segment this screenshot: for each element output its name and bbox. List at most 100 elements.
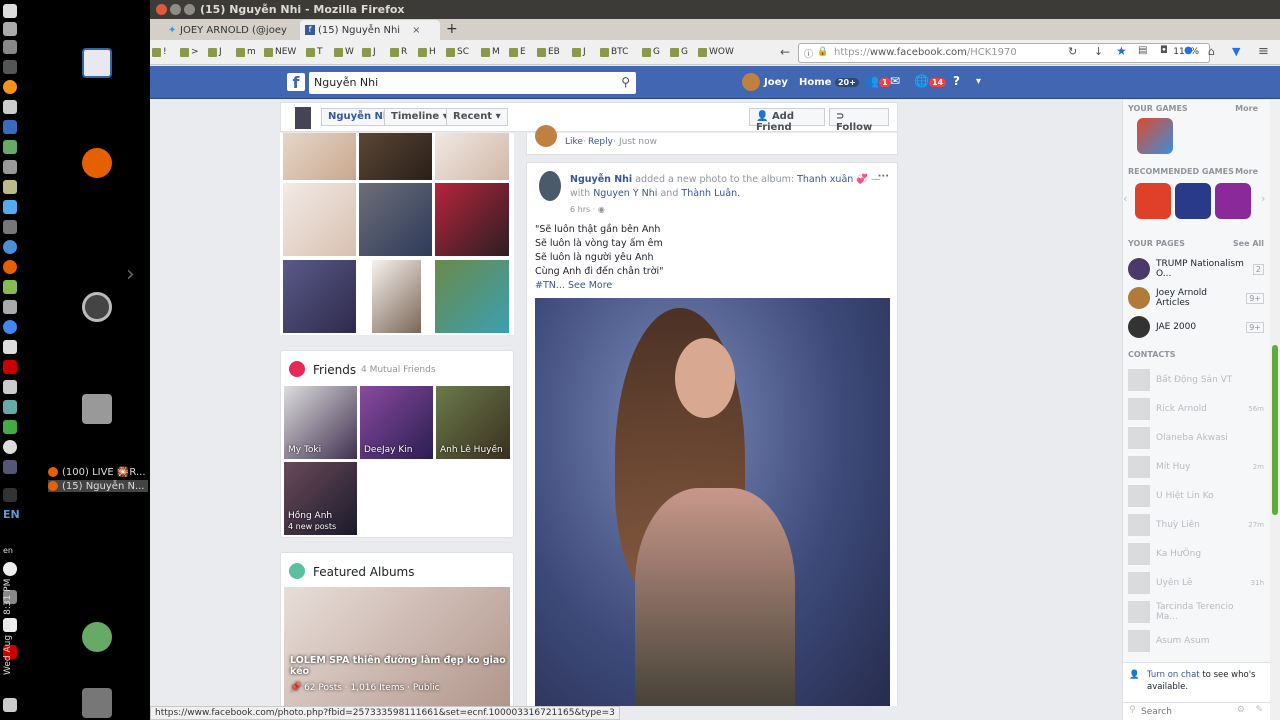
mutual-friends-count[interactable]: 4 Mutual Friends — [361, 365, 436, 375]
friend-requests-icon[interactable]: 👥 1 — [864, 74, 891, 88]
page-scrollbar[interactable] — [1270, 100, 1280, 720]
photo-thumbnail[interactable] — [435, 133, 509, 180]
user-switch-icon[interactable] — [82, 622, 112, 652]
photo-thumbnail[interactable] — [372, 260, 421, 333]
friend-tile[interactable]: My Toki — [284, 386, 357, 459]
tagged-user-link[interactable]: Thành Luân. — [681, 188, 740, 199]
facebook-logo[interactable]: f — [287, 73, 305, 92]
clock[interactable]: Wed Aug 30, 8:31 PM — [3, 579, 13, 675]
author-avatar[interactable] — [539, 171, 561, 201]
photo-thumbnail[interactable] — [359, 133, 432, 180]
bookmark-item[interactable]: NEW — [275, 47, 296, 57]
more-link[interactable]: More — [1235, 104, 1258, 113]
chrome-icon[interactable] — [3, 240, 17, 254]
app-icon[interactable] — [3, 140, 17, 154]
bookmark-item[interactable]: H — [429, 47, 436, 57]
firefox-icon[interactable] — [3, 260, 17, 274]
album-cover[interactable]: LOLEM SPA thiên đường làm đẹp ko giao ké… — [284, 587, 510, 706]
writer-document-icon[interactable] — [82, 48, 112, 78]
url-bar[interactable]: ⓘ 🔒 https://www.facebook.com/HCK1970 110… — [798, 43, 1210, 63]
window-list-item[interactable]: (100) LIVE 🎇R... — [48, 466, 148, 478]
settings-gear-icon[interactable]: ⚙ — [1237, 705, 1245, 715]
bookmark-item[interactable]: J — [373, 47, 376, 57]
reply-link[interactable]: Reply — [588, 137, 613, 147]
game-icon[interactable] — [1135, 183, 1171, 219]
page-row[interactable]: JAE 2000 9+ — [1128, 316, 1264, 338]
app-icon[interactable] — [3, 460, 17, 474]
prev-arrow-icon[interactable]: ‹ — [1123, 192, 1127, 205]
bookmark-item[interactable]: G — [653, 47, 660, 57]
new-tab-button[interactable]: + — [446, 21, 458, 37]
bookmark-item[interactable]: R — [401, 47, 407, 57]
app-icon[interactable] — [3, 420, 17, 434]
app-icon[interactable] — [3, 698, 17, 712]
app-icon[interactable] — [3, 340, 17, 354]
author-link[interactable]: Nguyễn Nhi — [570, 174, 632, 185]
compose-icon[interactable]: ✎ — [1255, 705, 1263, 715]
contact-row[interactable]: Rick Arnold 56m — [1128, 398, 1264, 420]
tagged-user-link[interactable]: Nguyen Y Nhi — [593, 188, 657, 199]
profile-link[interactable]: Joey — [764, 77, 788, 88]
star-icon[interactable]: ★ — [1116, 44, 1127, 58]
bookmark-item[interactable]: ! — [163, 47, 167, 57]
timeline-button[interactable]: Timeline ▾ — [384, 108, 455, 126]
contact-row[interactable]: Asum Asum — [1128, 630, 1264, 652]
bookmark-item[interactable]: W — [345, 47, 354, 57]
see-more-link[interactable]: See More — [568, 280, 612, 291]
app-icon[interactable] — [3, 280, 17, 294]
photo-thumbnail[interactable] — [435, 183, 509, 256]
facebook-search-input[interactable]: Nguyễn Nhi ⚲ — [309, 72, 636, 94]
album-link[interactable]: Thanh xuân 💞 — [797, 174, 868, 185]
home-icon[interactable]: ⌂ — [1208, 45, 1215, 58]
game-icon[interactable] — [1215, 183, 1251, 219]
back-icon[interactable]: ← — [780, 45, 790, 59]
lock-icon[interactable]: 🔒 — [817, 47, 828, 57]
chat-search-input[interactable] — [1141, 705, 1231, 718]
extension-icon[interactable]: ● — [1184, 45, 1193, 56]
browser-tab[interactable]: ✦ JOEY ARNOLD (@joey× — [162, 20, 307, 40]
profile-thumbnail[interactable] — [295, 107, 311, 129]
contact-row[interactable]: Mít Huy 2m — [1128, 456, 1264, 478]
contact-row[interactable]: U Hiệt Lin Ko — [1128, 485, 1264, 507]
bookmark-item[interactable]: WOW — [709, 47, 734, 57]
scrollbar-thumb[interactable] — [1272, 345, 1278, 515]
bookmark-item[interactable]: m — [247, 47, 256, 57]
friends-title[interactable]: Friends — [313, 363, 356, 377]
window-list-item[interactable]: (15) Nguyễn N... — [48, 480, 148, 492]
app-icon[interactable] — [3, 360, 17, 374]
see-all-link[interactable]: See All — [1233, 239, 1264, 248]
ubuntu-icon[interactable] — [82, 292, 112, 322]
friend-tile[interactable]: DeeJay Kin — [360, 386, 433, 459]
search-icon[interactable]: ⚲ — [621, 75, 630, 89]
trash-icon[interactable] — [82, 688, 112, 718]
app-icon[interactable] — [3, 320, 17, 334]
photo-thumbnail[interactable] — [283, 260, 356, 333]
bookmark-item[interactable]: BTC — [611, 47, 628, 57]
bookmark-item[interactable]: J — [219, 47, 222, 57]
menu-icon[interactable]: ≡ — [1258, 44, 1269, 59]
featured-albums-title[interactable]: Featured Albums — [313, 565, 414, 579]
avatar[interactable] — [742, 73, 760, 91]
contact-row[interactable]: Olaneba Akwasi — [1128, 427, 1264, 449]
app-icon[interactable] — [3, 300, 17, 314]
bitcoin-icon[interactable] — [3, 80, 17, 94]
contact-row[interactable]: Thuỳ Liên 27m — [1128, 514, 1264, 536]
app-icon[interactable] — [3, 400, 17, 414]
like-link[interactable]: Like — [565, 137, 583, 147]
bookmark-item[interactable]: E — [520, 47, 526, 57]
home-link[interactable]: Home 20+ — [799, 77, 859, 88]
notifications-icon[interactable]: 🌐 14 — [914, 74, 947, 88]
messenger-icon[interactable]: ✉ — [890, 74, 900, 88]
app-icon[interactable] — [3, 440, 17, 454]
minimize-window-button[interactable] — [170, 4, 181, 15]
archive-icon[interactable] — [82, 394, 112, 424]
app-icon[interactable] — [3, 100, 17, 114]
app-icon[interactable] — [3, 220, 17, 234]
help-icon[interactable]: ? — [953, 74, 960, 88]
bookmark-item[interactable]: G — [681, 47, 688, 57]
app-icon[interactable] — [3, 380, 17, 394]
chevron-right-icon[interactable]: › — [126, 262, 135, 287]
photo-thumbnail[interactable] — [283, 133, 356, 180]
app-icon[interactable] — [3, 4, 17, 18]
page-row[interactable]: TRUMP Nationalism O... 2 — [1128, 258, 1264, 280]
